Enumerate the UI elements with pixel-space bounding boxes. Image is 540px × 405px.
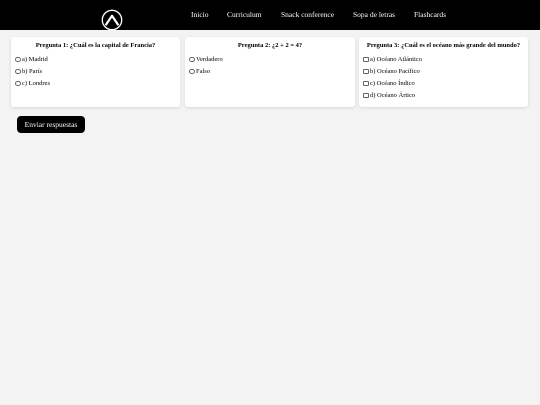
option-label: d) Océano Ártico bbox=[370, 92, 416, 99]
radio-button[interactable] bbox=[189, 56, 195, 63]
answer-option[interactable]: b) Océano Pacífico bbox=[363, 68, 420, 75]
nav-link-curriculum[interactable]: Curriculum bbox=[227, 10, 262, 19]
submit-answers-button[interactable]: Enviar respuestas bbox=[17, 116, 85, 133]
nav-link-snack-conference[interactable]: Snack conference bbox=[281, 10, 334, 19]
option-label: b) París bbox=[22, 68, 43, 75]
question-title: Pregunta 3: ¿Cuál es el océano más grand… bbox=[366, 42, 521, 49]
checkbox[interactable] bbox=[363, 92, 369, 99]
answer-option[interactable]: Falso bbox=[189, 68, 210, 75]
radio-button[interactable] bbox=[15, 68, 21, 75]
radio-button[interactable] bbox=[189, 68, 195, 75]
option-label: b) Océano Pacífico bbox=[370, 68, 420, 75]
checkbox[interactable] bbox=[363, 80, 369, 87]
option-label: c) Londres bbox=[22, 80, 50, 87]
answer-option[interactable]: d) Océano Ártico bbox=[363, 92, 415, 99]
top-navbar: Inicio Curriculum Snack conference Sopa … bbox=[0, 0, 540, 31]
radio-button[interactable] bbox=[15, 56, 21, 63]
peak-logo-icon[interactable] bbox=[101, 9, 123, 31]
answer-option[interactable]: a) Océano Atlántico bbox=[363, 56, 422, 63]
option-label: Falso bbox=[196, 68, 211, 75]
checkbox[interactable] bbox=[363, 56, 369, 63]
answer-option[interactable]: Verdadero bbox=[189, 56, 223, 63]
answer-option[interactable]: c) Londres bbox=[15, 80, 50, 87]
radio-button[interactable] bbox=[15, 80, 21, 87]
answer-option[interactable]: c) Océano Índico bbox=[363, 80, 415, 87]
option-label: a) Madrid bbox=[22, 56, 48, 63]
nav-link-inicio[interactable]: Inicio bbox=[191, 10, 209, 19]
nav-link-sopa-de-letras[interactable]: Sopa de letras bbox=[353, 10, 395, 19]
option-label: c) Océano Índico bbox=[370, 80, 415, 87]
option-label: a) Océano Atlántico bbox=[370, 56, 422, 63]
option-label: Verdadero bbox=[196, 56, 223, 63]
answer-option[interactable]: b) París bbox=[15, 68, 42, 75]
question-title: Pregunta 1: ¿Cuál es la capital de Franc… bbox=[35, 42, 156, 49]
checkbox[interactable] bbox=[363, 68, 369, 75]
question-title: Pregunta 2: ¿2 + 2 = 4? bbox=[237, 42, 303, 49]
question-card-2: Pregunta 2: ¿2 + 2 = 4? Verdadero Falso bbox=[185, 37, 355, 107]
question-card-3: Pregunta 3: ¿Cuál es el océano más grand… bbox=[359, 37, 528, 107]
nav-link-flashcards[interactable]: Flashcards bbox=[414, 10, 446, 19]
question-card-1: Pregunta 1: ¿Cuál es la capital de Franc… bbox=[11, 37, 180, 107]
answer-option[interactable]: a) Madrid bbox=[15, 56, 48, 63]
